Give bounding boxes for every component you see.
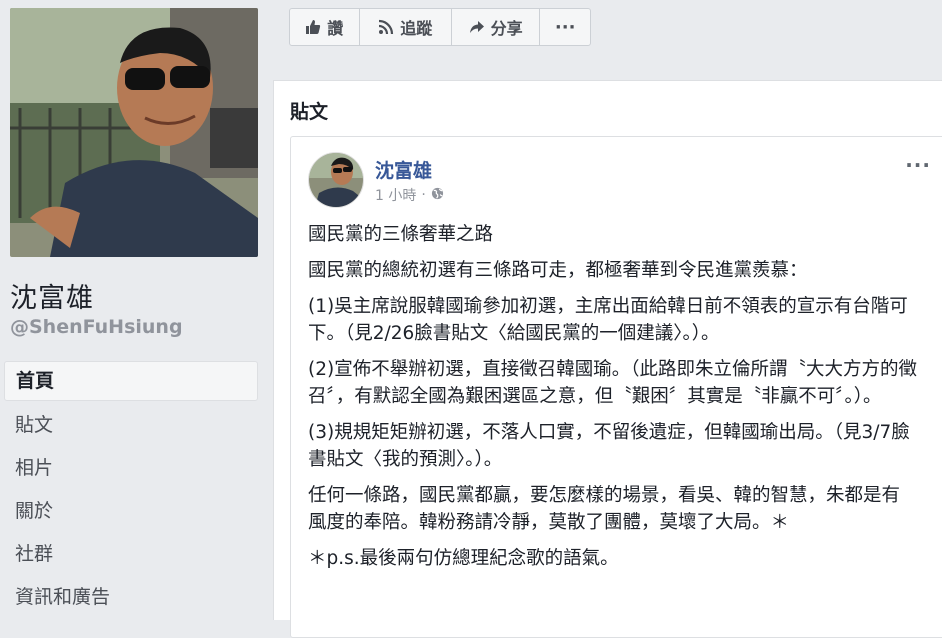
share-button[interactable]: 分享 bbox=[452, 9, 541, 45]
share-label: 分享 bbox=[490, 19, 523, 38]
left-sidebar: 沈富雄 @ShenFuHsiung 首頁 貼文 相片 關於 社群 資訊和廣告 bbox=[0, 0, 272, 619]
globe-icon[interactable] bbox=[431, 187, 444, 204]
like-button[interactable]: 讚 bbox=[290, 9, 360, 45]
post-timestamp[interactable]: 1 小時 bbox=[375, 185, 416, 205]
profile-photo[interactable] bbox=[10, 8, 258, 257]
rss-icon bbox=[378, 19, 394, 35]
nav-item-about[interactable]: 關於 bbox=[4, 492, 258, 530]
post-body: 國民黨的三條奢華之路 國民黨的總統初選有三條路可走，都極奢華到令民進黨羨慕： (… bbox=[308, 221, 918, 581]
posts-panel: 貼文 沈富雄 1 小時 · ··· 國民黨的三條奢華之路 國民黨的總統初選有三條… bbox=[273, 80, 942, 638]
profile-handle[interactable]: @ShenFuHsiung bbox=[10, 316, 183, 338]
nav-item-photos[interactable]: 相片 bbox=[4, 449, 258, 487]
post-options-button[interactable]: ··· bbox=[905, 153, 931, 177]
post-paragraph: (1)吳主席說服韓國瑜參加初選，主席出面給韓日前不領表的宣示有台階可下。（見2/… bbox=[308, 296, 908, 344]
post-card: 沈富雄 1 小時 · ··· 國民黨的三條奢華之路 國民黨的總統初選有三條路可走… bbox=[290, 136, 942, 638]
post-author-name[interactable]: 沈富雄 bbox=[375, 156, 432, 183]
follow-button[interactable]: 追蹤 bbox=[360, 9, 452, 45]
nav-item-community[interactable]: 社群 bbox=[4, 535, 258, 573]
post-paragraph: (3)規規矩矩辦初選，不落人口實，不留後遺症，但韓國瑜出局。（見3/7臉書貼文〈… bbox=[308, 422, 910, 470]
post-paragraph: ＊p.s.最後兩句仿總理紀念歌的語氣。 bbox=[308, 548, 619, 569]
meta-separator: · bbox=[421, 187, 426, 203]
nav-item-home[interactable]: 首頁 bbox=[4, 361, 258, 401]
post-author-avatar[interactable] bbox=[308, 152, 364, 208]
post-paragraph: 任何一條路，國民黨都贏，要怎麼樣的場景，看吳、韓的智慧，朱都是有風度的奉陪。韓粉… bbox=[308, 485, 901, 533]
more-options-button[interactable]: ··· bbox=[540, 9, 590, 45]
page-action-bar: 讚 追蹤 分享 ··· bbox=[289, 8, 591, 46]
post-paragraph: 國民黨的總統初選有三條路可走，都極奢華到令民進黨羨慕： bbox=[308, 260, 808, 281]
nav-item-posts[interactable]: 貼文 bbox=[4, 406, 258, 444]
more-dots-icon: ··· bbox=[554, 16, 576, 38]
posts-section-heading: 貼文 bbox=[290, 101, 329, 123]
profile-name[interactable]: 沈富雄 bbox=[10, 276, 94, 315]
share-arrow-icon bbox=[469, 19, 485, 35]
post-meta: 1 小時 · bbox=[375, 185, 444, 205]
post-paragraph: 國民黨的三條奢華之路 bbox=[308, 224, 494, 245]
post-paragraph: (2)宣佈不舉辦初選，直接徵召韓國瑜。（此路即朱立倫所謂〝大大方方的徵召〞，有默… bbox=[308, 359, 917, 407]
like-label: 讚 bbox=[327, 19, 344, 38]
follow-label: 追蹤 bbox=[400, 19, 433, 38]
nav-item-info-and-ads[interactable]: 資訊和廣告 bbox=[4, 578, 258, 616]
thumbs-up-icon bbox=[305, 19, 321, 35]
page-nav: 首頁 貼文 相片 關於 社群 資訊和廣告 bbox=[4, 361, 258, 621]
